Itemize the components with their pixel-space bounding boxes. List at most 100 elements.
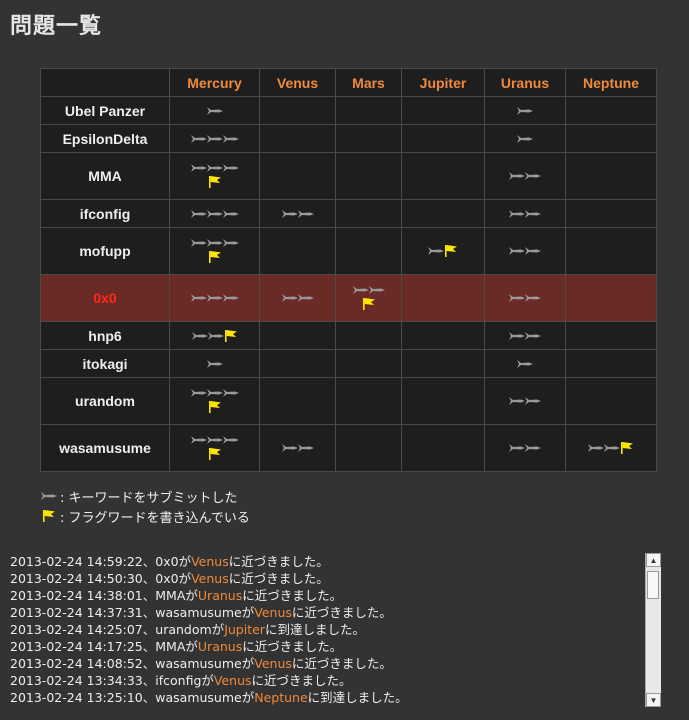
rocket-icon [428,247,444,255]
log-planet: Uranus [197,639,243,654]
progress-cell [169,349,260,378]
rocket-icon [206,294,223,302]
team-name: wasamusume [40,424,170,472]
log-entry: 2013-02-24 14:08:52、wasamusumeがVenusに近づき… [0,655,644,672]
log-planet: Jupiter [224,622,265,637]
log-planet: Venus [254,605,292,620]
progress-cell [565,96,657,125]
team-name: urandom [40,377,170,425]
team-name: itokagi [40,349,170,378]
rocket-icon [517,106,533,115]
rocket-icon [222,436,239,444]
table-row: urandom [40,377,657,425]
progress-cell [401,321,485,350]
log-user: wasamusume [155,690,242,705]
progress-cell [169,321,260,350]
activity-log: 2013-02-24 14:59:22、0x0がVenusに近づきました。 201… [0,553,644,707]
column-header-venus: Venus [259,68,336,97]
progress-cell [335,321,402,350]
column-header-jupiter: Jupiter [401,68,485,97]
rocket-icon [190,389,207,397]
progress-cell [335,199,402,228]
rocket-icon [222,389,239,397]
table-row: itokagi [40,349,657,378]
log-time: 2013-02-24 14:38:01、 [10,588,156,603]
legend-row-flag: : フラグワードを書き込んでいる [40,506,250,526]
progress-cell [484,152,566,200]
table-row: MMA [40,152,657,200]
rocket-icon [517,134,533,143]
rocket-icon [509,397,525,405]
flag-icon [208,448,221,460]
rocket-icon [509,247,525,255]
legend: : キーワードをサブミットした : フラグワードを書き込んでいる [40,486,250,526]
progress-cell [565,152,657,200]
log-planet: Venus [191,554,229,569]
flag-icon [621,442,633,454]
progress-cell [565,274,657,322]
progress-cell [484,199,566,228]
progress-cell [335,227,402,275]
rocket-icon [281,294,298,302]
progress-cell [169,124,260,153]
rocket-icon [190,209,207,218]
progress-cell [484,274,566,322]
rocket-icon [206,164,223,172]
scroll-up-button[interactable]: ▲ [646,553,661,567]
log-scrollbar[interactable]: ▲ ▼ [645,553,661,707]
log-message: に近づきました。 [242,588,343,603]
progress-cell [484,349,566,378]
progress-cell [484,321,566,350]
log-time: 2013-02-24 13:25:10、 [10,690,156,705]
flag-icon [362,298,375,310]
rocket-icon [525,172,541,180]
rocket-icon [206,209,223,218]
rocket-icon [190,294,207,302]
flag-icon [445,245,457,257]
team-name: 0x0 [40,274,170,322]
rocket-icon [222,209,239,218]
rocket-icon [368,286,385,294]
log-user: 0x0 [155,571,179,586]
flag-icon [224,329,237,342]
team-name: mofupp [40,227,170,275]
rocket-icon [297,294,314,302]
rocket-icon [281,209,298,218]
rocket-icon [525,209,541,218]
table-row: hnp6 [40,321,657,350]
log-user: wasamusume [155,605,242,620]
progress-cell [401,424,485,472]
rocket-icon [352,286,369,294]
log-time: 2013-02-24 14:25:07、 [10,622,156,637]
flag-icon [208,251,221,263]
rocket-icon [509,331,525,340]
log-user: MMA [155,639,186,654]
progress-cell [335,274,402,322]
log-message: に到達しました。 [307,690,408,705]
scroll-down-button[interactable]: ▼ [646,693,661,707]
progress-cell [401,96,485,125]
progress-cell [401,124,485,153]
log-entry: 2013-02-24 14:50:30、0x0がVenusに近づきました。 [0,570,644,587]
log-planet: Uranus [197,588,243,603]
progress-cell [169,227,260,275]
legend-submitted-label: : キーワードをサブミットした [60,490,238,506]
log-message: に到達しました。 [264,622,365,637]
log-message: に近づきました。 [251,673,352,688]
progress-cell [484,227,566,275]
rocket-icon [281,444,298,452]
log-planet: Neptune [254,690,308,705]
progress-cell [169,96,260,125]
progress-cell [335,349,402,378]
log-entry: 2013-02-24 14:37:31、wasamusumeがVenusに近づき… [0,604,644,621]
log-particle: が [211,622,225,637]
rocket-icon [222,164,239,172]
log-message: に近づきました。 [242,639,343,654]
progress-cell [169,152,260,200]
progress-cell [335,96,402,125]
log-entry: 2013-02-24 14:59:22、0x0がVenusに近づきました。 [0,553,644,570]
table-row: wasamusume [40,424,657,472]
log-planet: Venus [213,673,252,688]
log-particle: が [178,571,192,586]
scroll-thumb[interactable] [647,571,659,599]
